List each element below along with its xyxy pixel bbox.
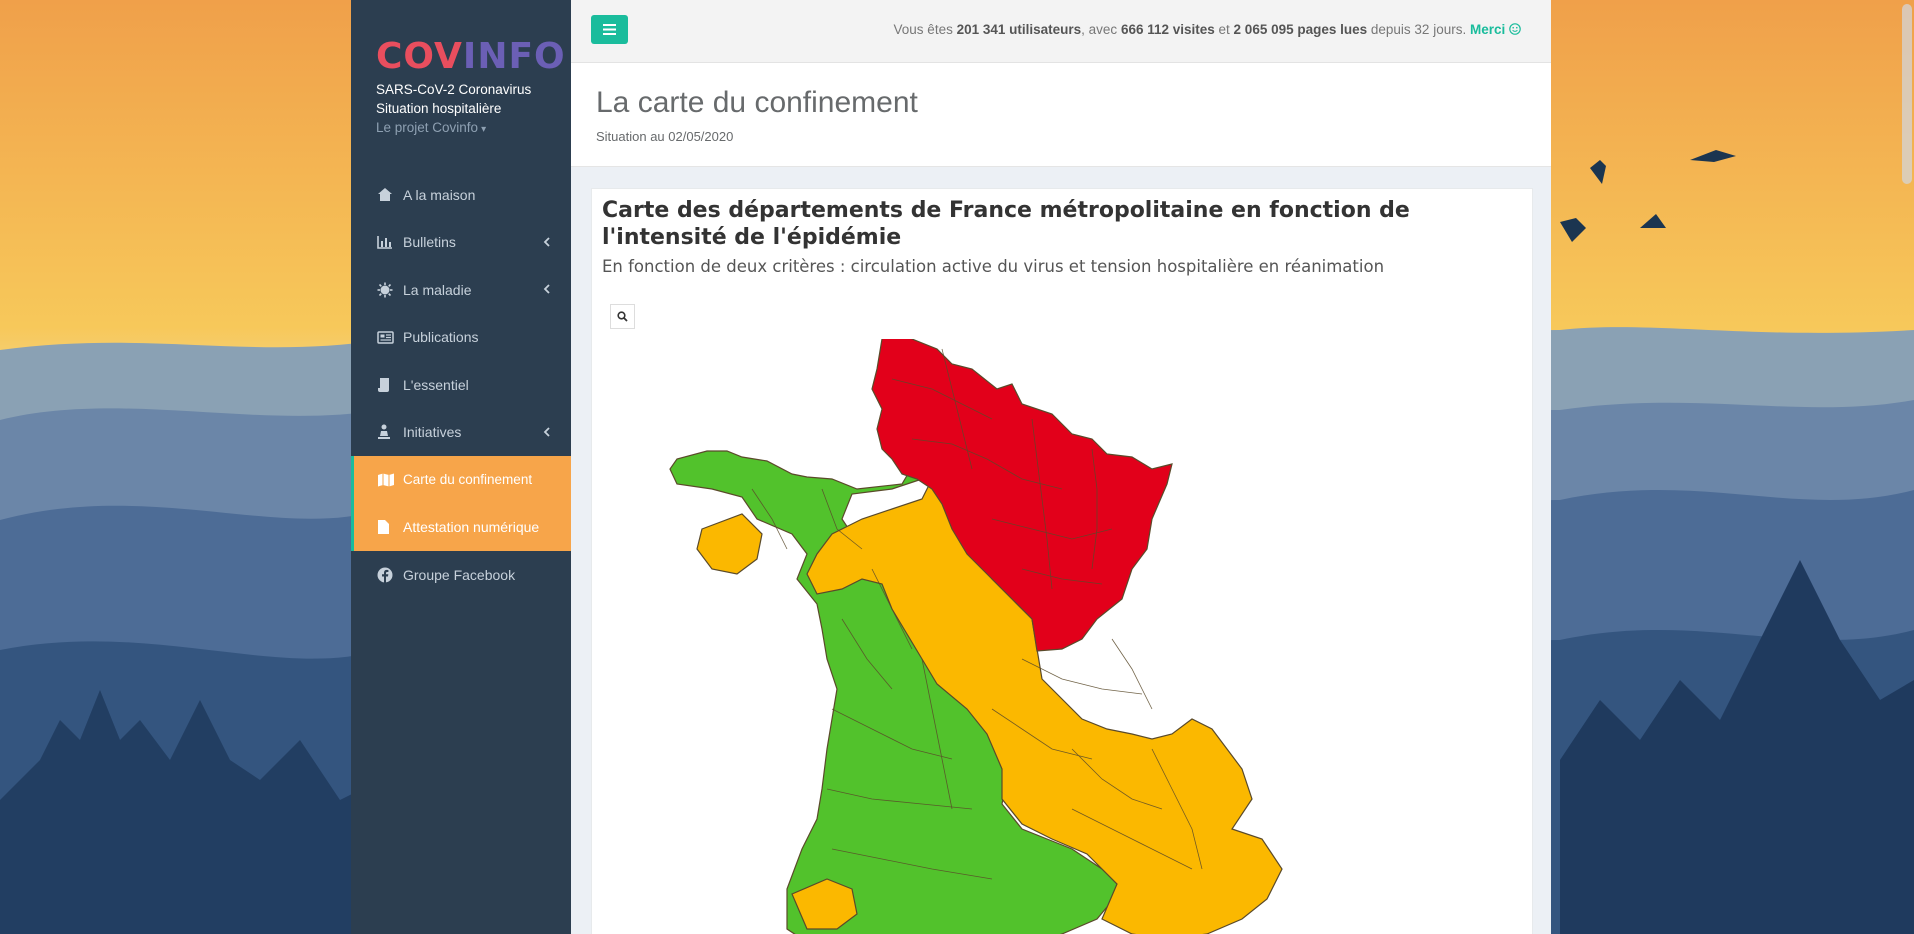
caret-down-icon: ▾ (481, 124, 487, 135)
sidebar-item-bulletins[interactable]: Bulletins (351, 219, 571, 267)
map-title: Carte des départements de France métropo… (602, 198, 1410, 250)
smile-icon (1509, 23, 1521, 35)
logo-part2: INFO (462, 36, 566, 77)
sidebar-item-a-la-maison[interactable]: A la maison (351, 171, 571, 219)
visitor-stats: Vous êtes 201 341 utilisateurs, avec 666… (894, 22, 1521, 37)
sidebar-item-publications[interactable]: Publications (351, 314, 571, 362)
bar-chart-icon (377, 235, 399, 250)
sidebar-item-attestation-numerique[interactable]: Attestation numérique (351, 503, 571, 551)
logo-part1: COV (376, 36, 463, 77)
stats-pages: 2 065 095 pages lues (1233, 22, 1368, 37)
france-map (669, 339, 1283, 934)
chevron-left-icon (543, 426, 550, 437)
subtitle-line2: Situation hospitalière (376, 101, 502, 116)
merci-label: Merci (1469, 22, 1506, 37)
stats-visits: 666 112 visites (1120, 22, 1215, 37)
map-zone-orange-southwest[interactable] (696, 513, 763, 575)
project-dropdown[interactable]: Le projet Covinfo ▾ (376, 120, 571, 135)
main-content: Vous êtes 201 341 utilisateurs, avec 666… (571, 0, 1551, 934)
file-icon (377, 519, 399, 535)
sidebar-menu: A la maison Bulletins La maladie Publica… (351, 171, 571, 599)
sidebar-item-label: Bulletins (403, 234, 456, 251)
sidebar-item-la-maladie[interactable]: La maladie (351, 266, 571, 314)
sidebar-item-label: La maladie (403, 281, 472, 298)
brand: COVINFO SARS-CoV-2 Coronavirus Situation… (351, 0, 571, 135)
merci-link[interactable]: Merci (1470, 22, 1521, 37)
chevron-left-icon (543, 284, 550, 294)
stats-text: depuis 32 jours. (1367, 22, 1470, 37)
sidebar-item-label: Attestation numérique (403, 519, 540, 536)
page-scrollbar[interactable] (1900, 0, 1914, 934)
sidebar-item-label: A la maison (403, 186, 476, 203)
subtitle-line1: SARS-CoV-2 Coronavirus (376, 82, 532, 97)
menu-toggle-button[interactable] (591, 15, 628, 44)
project-label: Le projet Covinfo (376, 120, 479, 135)
page-header: La carte du confinement Situation au 02/… (571, 63, 1551, 167)
map-card: Carte des départements de France métropo… (591, 188, 1533, 934)
stats-text: , avec (1081, 22, 1121, 37)
sidebar-item-groupe-facebook[interactable]: Groupe Facebook (351, 551, 571, 599)
scroll-icon (377, 377, 399, 393)
newspaper-icon (377, 331, 399, 344)
sidebar-item-label: L'essentiel (403, 376, 469, 393)
facebook-icon (377, 567, 399, 583)
top-navbar: Vous êtes 201 341 utilisateurs, avec 666… (571, 0, 1551, 63)
sidebar-item-carte-du-confinement[interactable]: Carte du confinement (351, 456, 571, 504)
search-icon (617, 311, 628, 322)
user-hands-icon (377, 424, 399, 440)
virus-icon (377, 282, 399, 298)
sidebar-item-lessentiel[interactable]: L'essentiel (351, 361, 571, 409)
map-icon (377, 473, 399, 487)
covinfo-logo[interactable]: COVINFO (376, 36, 571, 78)
sidebar-item-label: Carte du confinement (403, 472, 533, 488)
stats-text: Vous êtes (893, 22, 957, 37)
zoom-button[interactable] (610, 304, 635, 329)
map-subtitle: En fonction de deux critères : circulati… (602, 257, 1385, 276)
sidebar-item-initiatives[interactable]: Initiatives (351, 409, 571, 457)
home-icon (377, 187, 399, 202)
site-subtitle: SARS-CoV-2 Coronavirus Situation hospita… (376, 80, 571, 118)
stats-users: 201 341 utilisateurs (956, 22, 1082, 37)
sidebar: COVINFO SARS-CoV-2 Coronavirus Situation… (351, 0, 571, 934)
sidebar-item-label: Groupe Facebook (403, 566, 516, 583)
page-subtitle: Situation au 02/05/2020 (596, 129, 734, 144)
sidebar-item-label: Initiatives (403, 424, 462, 441)
sidebar-item-label: Publications (403, 329, 479, 346)
page-title: La carte du confinement (596, 86, 918, 119)
chevron-left-icon (543, 236, 550, 247)
scrollbar-thumb[interactable] (1902, 4, 1912, 184)
stats-text: et (1214, 22, 1234, 37)
hamburger-icon (603, 24, 616, 35)
